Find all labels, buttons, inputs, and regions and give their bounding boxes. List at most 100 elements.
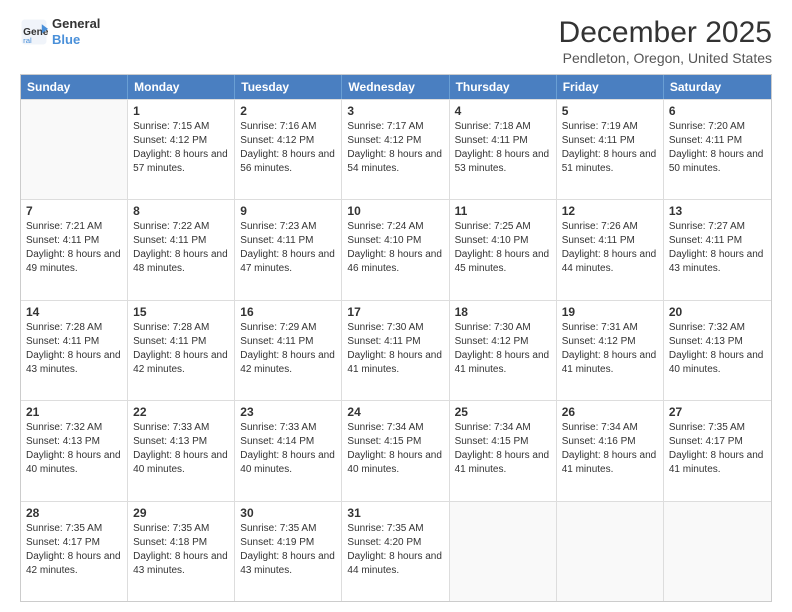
cal-cell: 6Sunrise: 7:20 AMSunset: 4:11 PMDaylight… [664,100,771,199]
cal-cell: 17Sunrise: 7:30 AMSunset: 4:11 PMDayligh… [342,301,449,400]
cal-cell [450,502,557,601]
day-number: 14 [26,305,122,319]
cal-cell: 23Sunrise: 7:33 AMSunset: 4:14 PMDayligh… [235,401,342,500]
cell-info: Daylight: 8 hours and 43 minutes. [669,248,766,276]
day-number: 2 [240,104,336,118]
cell-info: Sunrise: 7:35 AM [347,522,443,536]
cal-cell: 3Sunrise: 7:17 AMSunset: 4:12 PMDaylight… [342,100,449,199]
cal-cell: 19Sunrise: 7:31 AMSunset: 4:12 PMDayligh… [557,301,664,400]
cell-info: Sunset: 4:12 PM [562,335,658,349]
cal-cell: 16Sunrise: 7:29 AMSunset: 4:11 PMDayligh… [235,301,342,400]
cell-info: Sunset: 4:15 PM [455,435,551,449]
cell-info: Sunrise: 7:34 AM [455,421,551,435]
cell-info: Sunrise: 7:24 AM [347,220,443,234]
cell-info: Sunrise: 7:33 AM [133,421,229,435]
day-number: 23 [240,405,336,419]
title-block: December 2025 Pendleton, Oregon, United … [559,16,772,66]
day-number: 18 [455,305,551,319]
header: Gene ral General Blue December 2025 Pend… [20,16,772,66]
cell-info: Sunrise: 7:28 AM [133,321,229,335]
cell-info: Sunset: 4:11 PM [347,335,443,349]
cell-info: Sunset: 4:13 PM [133,435,229,449]
cell-info: Sunset: 4:12 PM [455,335,551,349]
cal-cell: 18Sunrise: 7:30 AMSunset: 4:12 PMDayligh… [450,301,557,400]
week-row-2: 14Sunrise: 7:28 AMSunset: 4:11 PMDayligh… [21,300,771,400]
day-number: 16 [240,305,336,319]
cell-info: Daylight: 8 hours and 43 minutes. [26,349,122,377]
logo-text-general: General [52,16,100,32]
cell-info: Sunset: 4:11 PM [240,234,336,248]
header-day-monday: Monday [128,75,235,99]
cell-info: Sunset: 4:11 PM [26,335,122,349]
cal-cell: 31Sunrise: 7:35 AMSunset: 4:20 PMDayligh… [342,502,449,601]
cell-info: Sunset: 4:19 PM [240,536,336,550]
main-title: December 2025 [559,16,772,50]
logo: Gene ral General Blue [20,16,100,47]
cell-info: Daylight: 8 hours and 41 minutes. [669,449,766,477]
calendar-header: SundayMondayTuesdayWednesdayThursdayFrid… [21,75,771,99]
cell-info: Sunrise: 7:35 AM [669,421,766,435]
cell-info: Sunset: 4:10 PM [455,234,551,248]
cell-info: Daylight: 8 hours and 44 minutes. [347,550,443,578]
cell-info: Daylight: 8 hours and 40 minutes. [133,449,229,477]
cal-cell: 13Sunrise: 7:27 AMSunset: 4:11 PMDayligh… [664,200,771,299]
cal-cell: 25Sunrise: 7:34 AMSunset: 4:15 PMDayligh… [450,401,557,500]
cell-info: Sunrise: 7:28 AM [26,321,122,335]
cell-info: Sunset: 4:11 PM [562,134,658,148]
cell-info: Daylight: 8 hours and 48 minutes. [133,248,229,276]
cal-cell: 1Sunrise: 7:15 AMSunset: 4:12 PMDaylight… [128,100,235,199]
header-day-friday: Friday [557,75,664,99]
cell-info: Sunrise: 7:34 AM [562,421,658,435]
cell-info: Sunrise: 7:35 AM [133,522,229,536]
cell-info: Sunrise: 7:17 AM [347,120,443,134]
cell-info: Sunrise: 7:33 AM [240,421,336,435]
day-number: 25 [455,405,551,419]
cell-info: Daylight: 8 hours and 40 minutes. [669,349,766,377]
day-number: 4 [455,104,551,118]
header-day-tuesday: Tuesday [235,75,342,99]
header-day-wednesday: Wednesday [342,75,449,99]
cell-info: Sunrise: 7:18 AM [455,120,551,134]
cell-info: Daylight: 8 hours and 43 minutes. [133,550,229,578]
cell-info: Daylight: 8 hours and 47 minutes. [240,248,336,276]
day-number: 12 [562,204,658,218]
day-number: 9 [240,204,336,218]
cell-info: Sunset: 4:14 PM [240,435,336,449]
day-number: 27 [669,405,766,419]
cell-info: Sunrise: 7:23 AM [240,220,336,234]
cal-cell: 14 Sunrise: 7:28 AMSunset: 4:11 PMDayligh… [21,301,128,400]
day-number: 20 [669,305,766,319]
cal-cell: 5Sunrise: 7:19 AMSunset: 4:11 PMDaylight… [557,100,664,199]
cell-info: Sunset: 4:11 PM [669,234,766,248]
cal-cell: 8Sunrise: 7:22 AMSunset: 4:11 PMDaylight… [128,200,235,299]
day-number: 31 [347,506,443,520]
day-number: 19 [562,305,658,319]
cell-info: Sunset: 4:11 PM [133,335,229,349]
cell-info: Daylight: 8 hours and 46 minutes. [347,248,443,276]
cell-info: Sunset: 4:11 PM [669,134,766,148]
cell-info: Daylight: 8 hours and 40 minutes. [347,449,443,477]
calendar-body: 1Sunrise: 7:15 AMSunset: 4:12 PMDaylight… [21,99,771,601]
cal-cell: 28Sunrise: 7:35 AMSunset: 4:17 PMDayligh… [21,502,128,601]
cell-info: Daylight: 8 hours and 42 minutes. [26,550,122,578]
cell-info: Sunset: 4:11 PM [455,134,551,148]
day-number: 10 [347,204,443,218]
cell-info: Sunrise: 7:21 AM [26,220,122,234]
cell-info: Daylight: 8 hours and 51 minutes. [562,148,658,176]
cal-cell: 22Sunrise: 7:33 AMSunset: 4:13 PMDayligh… [128,401,235,500]
svg-text:ral: ral [23,35,32,44]
cell-info: Daylight: 8 hours and 42 minutes. [240,349,336,377]
day-number: 29 [133,506,229,520]
cell-info: Daylight: 8 hours and 41 minutes. [562,449,658,477]
header-day-thursday: Thursday [450,75,557,99]
cell-info: Daylight: 8 hours and 53 minutes. [455,148,551,176]
cell-info: Daylight: 8 hours and 44 minutes. [562,248,658,276]
day-number: 17 [347,305,443,319]
week-row-0: 1Sunrise: 7:15 AMSunset: 4:12 PMDaylight… [21,99,771,199]
subtitle: Pendleton, Oregon, United States [559,50,772,66]
cell-info: Sunset: 4:17 PM [669,435,766,449]
cell-info: Sunset: 4:18 PM [133,536,229,550]
day-number: 13 [669,204,766,218]
day-number: 15 [133,305,229,319]
logo-icon: Gene ral [20,18,48,46]
